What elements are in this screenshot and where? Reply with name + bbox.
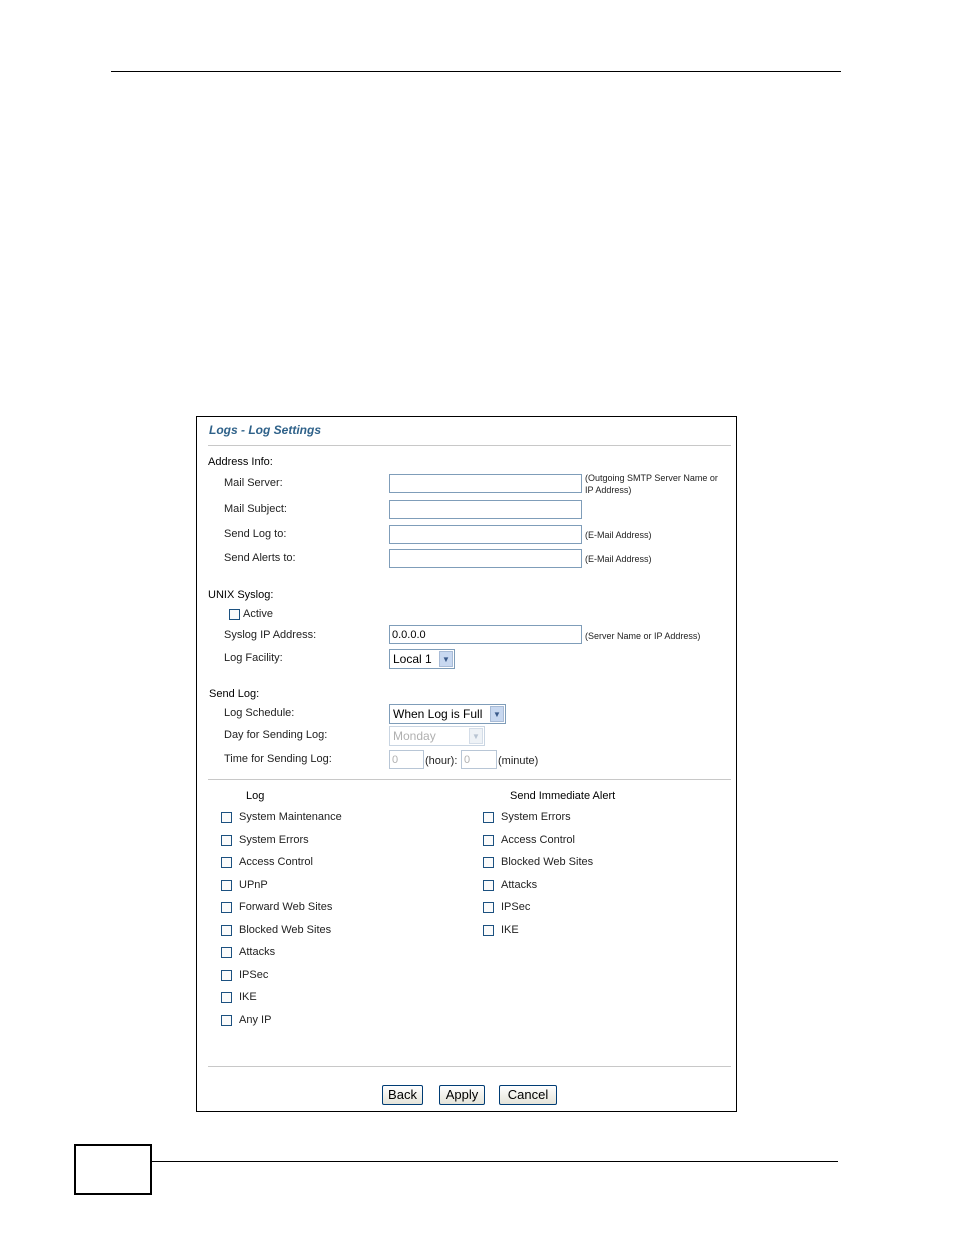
mail-server-hint-line1: (Outgoing SMTP Server Name or [585,473,718,483]
alert-list-heading: Send Immediate Alert [510,790,616,802]
log-schedule-value: When Log is Full [393,707,483,721]
log-item-label: UPnP [239,879,268,891]
log-schedule-select[interactable]: When Log is Full ▼ [389,704,506,724]
alert-item-label: IKE [501,924,519,936]
chevron-down-icon[interactable]: ▼ [490,706,504,722]
log-item-label: Any IP [239,1014,272,1026]
chevron-down-icon[interactable]: ▼ [469,728,483,744]
cancel-button[interactable]: Cancel [499,1085,557,1105]
log-facility-label: Log Facility: [224,652,283,664]
log-item-checkbox[interactable] [221,812,232,823]
alert-item-label: Attacks [501,879,538,891]
back-button[interactable]: Back [382,1085,423,1105]
minute-input[interactable] [461,750,497,769]
log-item-checkbox[interactable] [221,857,232,868]
log-list-heading: Log [246,790,265,802]
send-log-heading: Send Log: [209,688,260,700]
log-facility-value: Local 1 [393,652,432,666]
mail-server-hint-line2: IP Address) [585,485,632,495]
log-item-checkbox[interactable] [221,902,232,913]
send-alerts-to-hint: (E-Mail Address) [585,554,652,564]
alert-item-checkbox[interactable] [483,857,494,868]
log-item-label: IPSec [239,969,269,981]
section-divider [208,779,731,780]
alert-item-checkbox[interactable] [483,902,494,913]
log-schedule-label: Log Schedule: [224,707,295,719]
log-item-label: Blocked Web Sites [239,924,332,936]
alert-item-label: IPSec [501,901,531,913]
mail-subject-label: Mail Subject: [224,503,287,515]
log-item-label: Attacks [239,946,276,958]
syslog-ip-input[interactable] [389,625,582,644]
page-number-box [74,1144,152,1195]
address-info-heading: Address Info: [208,456,273,468]
day-value: Monday [393,729,436,743]
header-rule [111,71,841,72]
syslog-ip-hint: (Server Name or IP Address) [585,631,701,641]
alert-item-label: Blocked Web Sites [501,856,594,868]
log-item-label: Access Control [239,856,313,868]
log-item-checkbox[interactable] [221,970,232,981]
log-item-checkbox[interactable] [221,880,232,891]
alert-item-label: System Errors [501,811,571,823]
title-divider [208,445,731,446]
log-settings-panel: Logs - Log Settings Address Info: Mail S… [196,416,737,1112]
mail-server-hint: (Outgoing SMTP Server Name or IP Address… [585,472,718,496]
mail-server-input[interactable] [389,474,582,493]
minute-unit-label: (minute) [498,755,539,767]
log-item-label: IKE [239,991,257,1003]
mail-server-label: Mail Server: [224,477,283,489]
unix-syslog-heading: UNIX Syslog: [208,589,274,601]
alert-item-checkbox[interactable] [483,812,494,823]
send-alerts-to-label: Send Alerts to: [224,552,296,564]
alert-item-label: Access Control [501,834,575,846]
chevron-down-icon[interactable]: ▼ [439,651,453,667]
day-select[interactable]: Monday ▼ [389,726,485,746]
apply-button[interactable]: Apply [439,1085,485,1105]
log-item-label: System Errors [239,834,309,846]
active-checkbox[interactable] [229,609,240,620]
day-label: Day for Sending Log: [224,729,328,741]
log-item-checkbox[interactable] [221,925,232,936]
send-log-to-label: Send Log to: [224,528,287,540]
log-item-checkbox[interactable] [221,992,232,1003]
mail-subject-input[interactable] [389,500,582,519]
alert-item-checkbox[interactable] [483,835,494,846]
time-label: Time for Sending Log: [224,753,332,765]
log-item-checkbox[interactable] [221,947,232,958]
footer-rule [152,1161,838,1162]
log-item-checkbox[interactable] [221,835,232,846]
alert-item-checkbox[interactable] [483,925,494,936]
send-log-to-hint: (E-Mail Address) [585,530,652,540]
log-item-label: System Maintenance [239,811,342,823]
log-facility-select[interactable]: Local 1 ▼ [389,649,455,669]
send-log-to-input[interactable] [389,525,582,544]
hour-unit-label: (hour): [425,755,458,767]
log-item-checkbox[interactable] [221,1015,232,1026]
log-item-label: Forward Web Sites [239,901,333,913]
active-label: Active [243,608,273,620]
syslog-ip-label: Syslog IP Address: [224,629,317,641]
alert-item-checkbox[interactable] [483,880,494,891]
page-title: Logs - Log Settings [209,423,321,437]
footer-divider [208,1066,731,1067]
send-alerts-to-input[interactable] [389,549,582,568]
hour-input[interactable] [389,750,424,769]
